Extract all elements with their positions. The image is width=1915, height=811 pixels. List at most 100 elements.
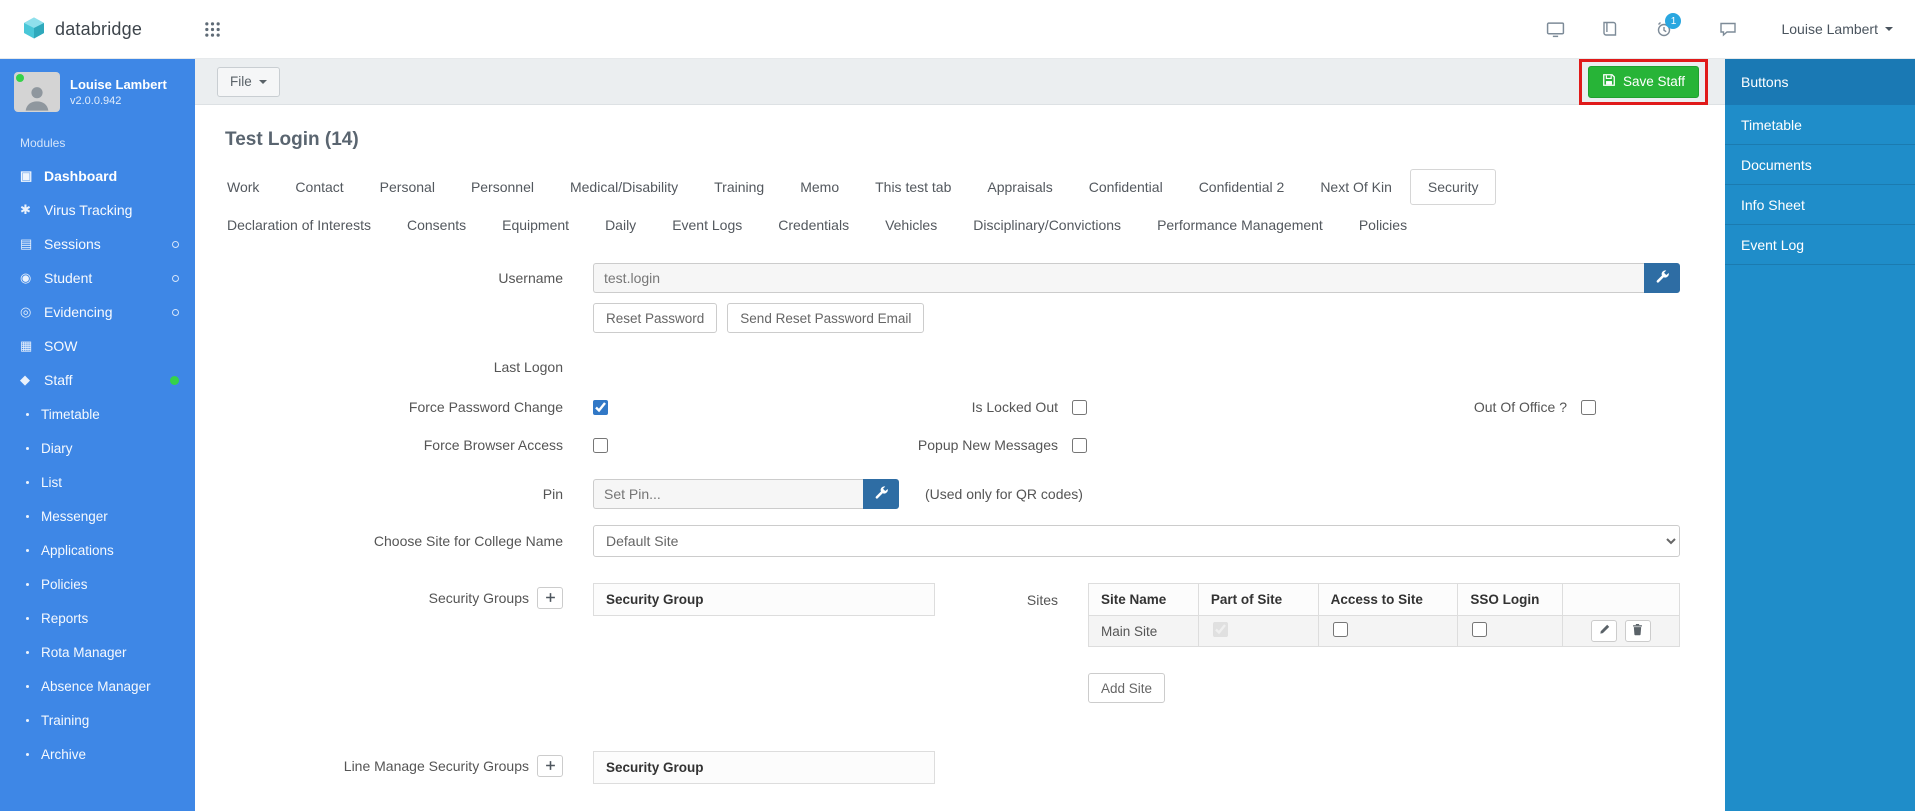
chat-icon[interactable] xyxy=(1719,21,1737,37)
edit-site-button[interactable] xyxy=(1591,620,1618,642)
site-name-header: Site Name xyxy=(1088,583,1199,616)
send-reset-password-email-button[interactable]: Send Reset Password Email xyxy=(727,303,925,333)
pin-input[interactable] xyxy=(593,479,863,509)
reset-password-button[interactable]: Reset Password xyxy=(593,303,718,333)
sidebar-item-archive[interactable]: Archive xyxy=(0,737,195,771)
tab-memo[interactable]: Memo xyxy=(782,169,857,205)
security-group-header: Security Group xyxy=(593,583,935,616)
rightbar-item-documents[interactable]: Documents xyxy=(1725,145,1915,185)
sidebar-item-messenger[interactable]: Messenger xyxy=(0,499,195,533)
pin-note: (Used only for QR codes) xyxy=(925,486,1083,502)
rightbar-item-timetable[interactable]: Timetable xyxy=(1725,105,1915,145)
tab-next-of-kin[interactable]: Next Of Kin xyxy=(1302,169,1410,205)
student-icon: ◉ xyxy=(20,270,32,285)
tab-declaration-of-interests[interactable]: Declaration of Interests xyxy=(209,207,389,243)
book-icon[interactable] xyxy=(1601,21,1619,37)
tab-this-test-tab[interactable]: This test tab xyxy=(857,169,969,205)
tab-work[interactable]: Work xyxy=(209,169,277,205)
tab-personnel[interactable]: Personnel xyxy=(453,169,552,205)
sidebar-item-applications[interactable]: Applications xyxy=(0,533,195,567)
sidebar-item-student[interactable]: ◉ Student xyxy=(0,261,195,295)
sidebar-item-list[interactable]: List xyxy=(0,465,195,499)
tab-confidential[interactable]: Confidential xyxy=(1071,169,1181,205)
sidebar-item-sow[interactable]: ▦ SOW xyxy=(0,329,195,363)
security-groups-table: Security Group xyxy=(593,583,935,616)
sidebar-item-policies[interactable]: Policies xyxy=(0,567,195,601)
sidebar-user-panel: Louise Lambert v2.0.0.942 xyxy=(0,59,195,124)
alarm-clock-icon[interactable]: 1 xyxy=(1655,13,1682,38)
rightbar-item-event-log[interactable]: Event Log xyxy=(1725,225,1915,265)
tab-performance-management[interactable]: Performance Management xyxy=(1139,207,1341,243)
sidebar-item-absence-manager[interactable]: Absence Manager xyxy=(0,669,195,703)
tab-credentials[interactable]: Credentials xyxy=(760,207,867,243)
rightbar-item-info-sheet[interactable]: Info Sheet xyxy=(1725,185,1915,225)
tab-event-logs[interactable]: Event Logs xyxy=(654,207,760,243)
file-menu-button[interactable]: File xyxy=(217,66,280,97)
force-browser-access-checkbox[interactable] xyxy=(593,437,608,453)
popup-new-messages-checkbox[interactable] xyxy=(1072,437,1087,453)
pin-wrench-button[interactable] xyxy=(863,479,899,509)
sidebar-item-evidencing[interactable]: ◎ Evidencing xyxy=(0,295,195,329)
bullet-icon xyxy=(26,480,29,484)
is-locked-out-checkbox[interactable] xyxy=(1072,399,1087,415)
pin-label: Pin xyxy=(542,486,563,502)
out-of-office-checkbox[interactable] xyxy=(1581,399,1596,415)
save-staff-button[interactable]: Save Staff xyxy=(1587,65,1699,98)
left-sidebar: Louise Lambert v2.0.0.942 Modules ▣ Dash… xyxy=(0,59,195,811)
delete-site-button[interactable] xyxy=(1624,620,1651,642)
tab-consents[interactable]: Consents xyxy=(389,207,484,243)
add-security-group-button[interactable] xyxy=(537,587,563,609)
add-line-manage-group-button[interactable] xyxy=(537,755,563,777)
sidebar-item-dashboard[interactable]: ▣ Dashboard xyxy=(0,159,195,193)
person-silhouette-icon xyxy=(25,87,49,111)
topbar: databridge 1 Louise Lambert xyxy=(0,0,1915,59)
tab-disciplinary-convictions[interactable]: Disciplinary/Convictions xyxy=(955,207,1139,243)
tab-training[interactable]: Training xyxy=(696,169,782,205)
add-site-button[interactable]: Add Site xyxy=(1088,673,1166,703)
wrench-icon xyxy=(1655,269,1670,287)
college-site-select[interactable]: Default Site xyxy=(593,525,1680,557)
user-avatar[interactable] xyxy=(14,72,60,112)
tab-policies[interactable]: Policies xyxy=(1341,207,1425,243)
sidebar-item-sessions[interactable]: ▤ Sessions xyxy=(0,227,195,261)
bullet-icon xyxy=(26,684,29,688)
sidebar-item-virus-tracking[interactable]: ✱ Virus Tracking xyxy=(0,193,195,227)
part-of-site-checkbox[interactable] xyxy=(1212,622,1228,637)
tab-medical-disability[interactable]: Medical/Disability xyxy=(552,169,696,205)
app-version: v2.0.0.942 xyxy=(70,95,122,107)
security-groups-label: Security Groups xyxy=(428,590,529,606)
username-input[interactable] xyxy=(593,263,1644,293)
brand[interactable]: databridge xyxy=(22,16,142,43)
tab-daily[interactable]: Daily xyxy=(587,207,654,243)
sidebar-user-name: Louise Lambert xyxy=(70,77,167,92)
tab-security[interactable]: Security xyxy=(1409,169,1497,205)
username-wrench-button[interactable] xyxy=(1644,263,1680,293)
sidebar-item-timetable[interactable]: Timetable xyxy=(0,397,195,431)
user-menu[interactable]: Louise Lambert xyxy=(1781,21,1893,37)
monitor-icon[interactable] xyxy=(1546,21,1565,38)
access-to-site-checkbox[interactable] xyxy=(1332,622,1348,637)
bullet-icon xyxy=(26,650,29,654)
sidebar-item-diary[interactable]: Diary xyxy=(0,431,195,465)
tab-contact[interactable]: Contact xyxy=(277,169,361,205)
tab-confidential-2[interactable]: Confidential 2 xyxy=(1181,169,1303,205)
sidebar-item-reports[interactable]: Reports xyxy=(0,601,195,635)
tab-equipment[interactable]: Equipment xyxy=(484,207,587,243)
force-password-change-checkbox[interactable] xyxy=(593,399,608,415)
bullet-icon xyxy=(26,514,29,518)
sso-login-checkbox[interactable] xyxy=(1472,622,1488,637)
sidebar-item-training[interactable]: Training xyxy=(0,703,195,737)
line-manage-security-groups-label: Line Manage Security Groups xyxy=(343,758,529,774)
sidebar-item-staff[interactable]: ◆ Staff xyxy=(0,363,195,397)
tab-vehicles[interactable]: Vehicles xyxy=(867,207,955,243)
tab-personal[interactable]: Personal xyxy=(362,169,453,205)
dashboard-icon: ▣ xyxy=(20,168,33,183)
force-password-change-label: Force Password Change xyxy=(408,399,563,415)
tab-appraisals[interactable]: Appraisals xyxy=(969,169,1070,205)
user-menu-label: Louise Lambert xyxy=(1781,21,1878,37)
apps-grid-icon[interactable] xyxy=(204,21,221,38)
bullet-icon xyxy=(26,548,29,552)
sidebar-item-rota-manager[interactable]: Rota Manager xyxy=(0,635,195,669)
trash-icon xyxy=(1631,623,1644,639)
collapse-indicator-icon xyxy=(172,274,179,282)
